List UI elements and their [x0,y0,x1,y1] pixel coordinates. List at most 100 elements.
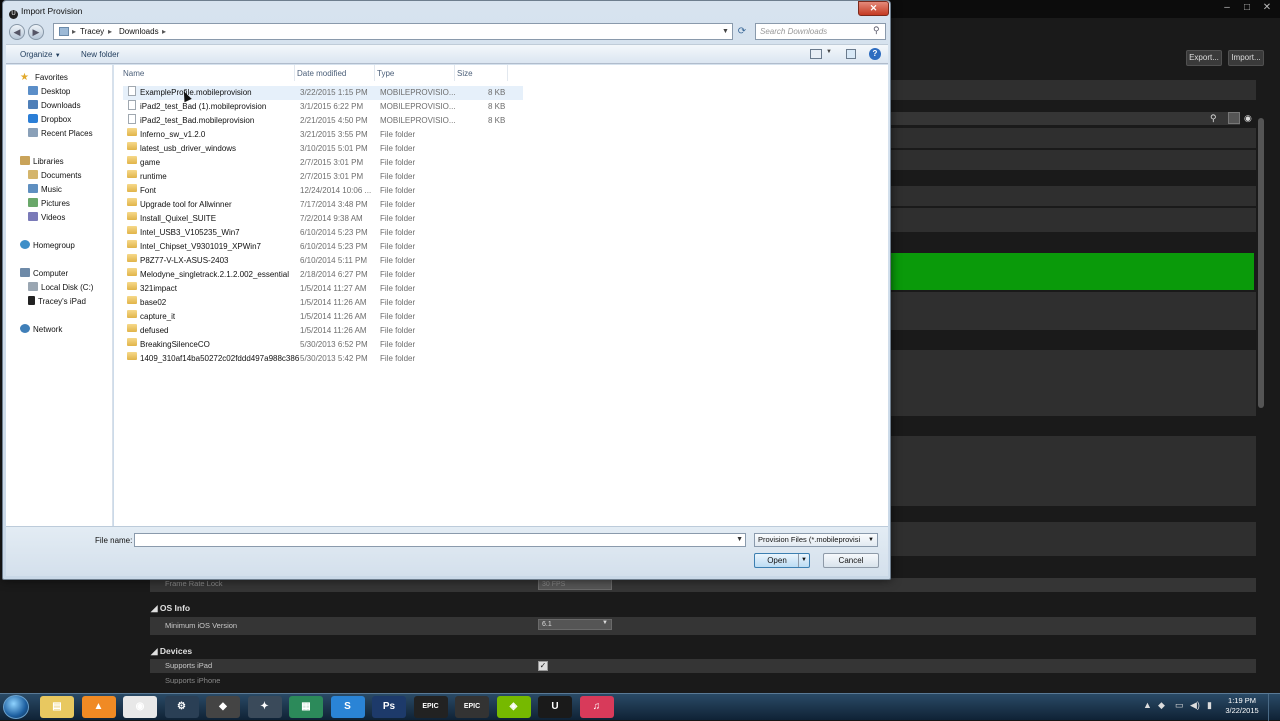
taskbar-app-unity-icon[interactable]: ◆ [206,696,240,718]
file-row[interactable]: P8Z77-V-LX-ASUS-2403 6/10/2014 5:11 PM Fil… [123,254,523,268]
nav-item-downloads[interactable]: Downloads [28,99,81,113]
file-row[interactable]: 1409_310af14ba50272c02fddd497a988c386 5/3… [123,352,523,366]
column-separator[interactable] [294,65,295,81]
organize-menu[interactable]: Organize ▼ [20,50,61,61]
min-os-combo[interactable]: 6.1 [538,619,612,630]
file-row[interactable]: Intel_Chipset_V9301019_XPWin7 6/10/2014 5… [123,240,523,254]
taskbar-app-nvidia-icon[interactable]: ◈ [496,696,531,718]
os-info-section[interactable]: ◢ OS Info [151,603,190,614]
grid-view-icon[interactable] [1228,112,1240,124]
cancel-button[interactable]: Cancel [823,553,879,568]
close-icon[interactable]: ✕ [1258,0,1276,16]
file-row[interactable]: runtime 2/7/2015 3:01 PM File folder [123,170,523,184]
nav-item-desktop[interactable]: Desktop [28,85,70,99]
nav-item-local-disk[interactable]: Local Disk (C:) [28,281,93,295]
editor-search-bar[interactable] [890,112,1240,125]
file-row[interactable]: Upgrade tool for Allwinner 7/17/2014 3:48… [123,198,523,212]
column-separator[interactable] [374,65,375,81]
export-button[interactable]: Export... [1186,50,1222,66]
taskbar-app-epic-icon[interactable]: EPIC [413,696,448,718]
nav-homegroup[interactable]: Homegroup [20,239,75,253]
eye-icon[interactable]: ◉ [1244,113,1252,124]
file-row[interactable]: iPad2_test_Bad (1).mobileprovision 3/1/20… [123,100,523,114]
column-separator[interactable] [507,65,508,81]
minimize-icon[interactable]: – [1218,0,1236,16]
column-header-name[interactable]: Name [123,69,144,79]
nav-computer[interactable]: Computer [20,267,68,281]
dropbox-tray-icon[interactable]: ◆ [1158,699,1165,711]
column-header-date[interactable]: Date modified [297,69,346,79]
back-button[interactable]: ◀ [9,24,25,40]
clock[interactable]: 1:19 PM 3/22/2015 [1222,696,1262,716]
preview-pane-icon[interactable] [846,49,856,59]
file-row[interactable]: defused 1/5/2014 11:26 AM File folder [123,324,523,338]
address-bar[interactable]: ▸ Tracey ▸ Downloads ▸ ▼ [53,23,733,40]
frame-rate-combo[interactable]: 30 FPS [538,579,612,590]
column-separator[interactable] [454,65,455,81]
devices-section[interactable]: ◢ Devices [151,646,192,657]
chevron-down-icon[interactable]: ▼ [736,534,743,546]
file-row[interactable]: iPad2_test_Bad.mobileprovision 2/21/2015 … [123,114,523,128]
nav-item-ipad[interactable]: Tracey's iPad [28,295,86,309]
breadcrumb-tracey[interactable]: Tracey [80,26,104,38]
import-button[interactable]: Import... [1228,50,1264,66]
file-name-label: File name: [95,536,133,545]
nav-item-dropbox[interactable]: Dropbox [28,113,71,127]
file-name-input[interactable]: ▼ [134,533,746,547]
forward-button[interactable]: ▶ [28,24,44,40]
file-row[interactable]: Install_Quixel_SUITE 7/2/2014 9:38 AM File… [123,212,523,226]
maximize-icon[interactable]: □ [1238,0,1256,16]
file-row[interactable]: latest_usb_driver_windows 3/10/2015 5:01 … [123,142,523,156]
new-folder-button[interactable]: New folder [81,50,119,60]
view-options-icon[interactable] [810,49,822,59]
search-input[interactable]: Search Downloads [755,23,886,40]
display-tray-icon[interactable]: ▭ [1175,699,1184,711]
taskbar-app-vlc-icon[interactable]: ▲ [81,696,116,718]
file-row[interactable]: 321impact 1/5/2014 11:27 AM File folder [123,282,523,296]
file-row[interactable]: base02 1/5/2014 11:26 AM File folder [123,296,523,310]
volume-icon[interactable]: ◀) [1190,699,1200,711]
network-tray-icon[interactable]: ▮ [1207,699,1212,711]
open-split-dropdown-icon[interactable]: ▼ [798,554,809,567]
column-header-size[interactable]: Size [457,69,473,79]
taskbar-app-chrome-icon[interactable]: ◉ [123,696,157,718]
taskbar-app-ue4-icon[interactable]: U [538,696,572,718]
file-row[interactable]: Font 12/24/2014 10:06 ... File folder [123,184,523,198]
file-row[interactable]: Intel_USB3_V105235_Win7 6/10/2014 5:23 PM… [123,226,523,240]
column-header-type[interactable]: Type [377,69,394,79]
supports-ipad-checkbox[interactable]: ✓ [538,661,548,671]
file-row[interactable]: game 2/7/2015 3:01 PM File folder [123,156,523,170]
start-button[interactable] [3,695,29,719]
show-hidden-icons[interactable]: ▲ [1143,699,1152,711]
nav-item-videos[interactable]: Videos [28,211,65,225]
open-button[interactable]: Open ▼ [754,553,810,568]
breadcrumb-downloads[interactable]: Downloads [119,26,159,38]
file-row[interactable]: Melodyne_singletrack.2.1.2.002_essential… [123,268,523,282]
taskbar-app-itunes-icon[interactable]: ♫ [579,696,614,718]
editor-scrollbar[interactable] [1258,118,1264,408]
refresh-icon[interactable]: ⟳ [735,24,749,39]
chevron-down-icon[interactable]: ▼ [826,49,832,55]
taskbar-app-maps-icon[interactable]: ▦ [289,696,323,718]
nav-favorites[interactable]: ★ Favorites [20,71,68,85]
nav-libraries[interactable]: Libraries [20,155,64,169]
taskbar-app-skype-icon[interactable]: S [330,696,365,718]
address-dropdown-icon[interactable]: ▼ [722,26,729,38]
taskbar-app-unreal-icon[interactable]: ✦ [247,696,282,718]
file-row[interactable]: Inferno_sw_v1.2.0 3/21/2015 3:55 PM File f… [123,128,523,142]
taskbar-app-explorer-icon[interactable]: ▤ [40,696,74,718]
show-desktop-button[interactable] [1268,694,1280,721]
dialog-close-button[interactable]: ✕ [858,1,889,16]
taskbar-app-epic-icon[interactable]: EPIC [455,696,489,718]
file-row[interactable]: capture_it 1/5/2014 11:26 AM File folder [123,310,523,324]
help-icon[interactable]: ? [869,48,881,60]
nav-item-pictures[interactable]: Pictures [28,197,70,211]
file-type-filter[interactable]: Provision Files (*.mobileprovisi ▼ [754,533,878,547]
nav-item-documents[interactable]: Documents [28,169,81,183]
nav-item-music[interactable]: Music [28,183,62,197]
taskbar-app-steam-icon[interactable]: ⚙ [164,696,199,718]
taskbar-app-photoshop-icon[interactable]: Ps [372,696,406,718]
file-row[interactable]: BreakingSilenceCO 5/30/2013 6:52 PM File f… [123,338,523,352]
nav-network[interactable]: Network [20,323,62,337]
nav-item-recent-places[interactable]: Recent Places [28,127,93,141]
